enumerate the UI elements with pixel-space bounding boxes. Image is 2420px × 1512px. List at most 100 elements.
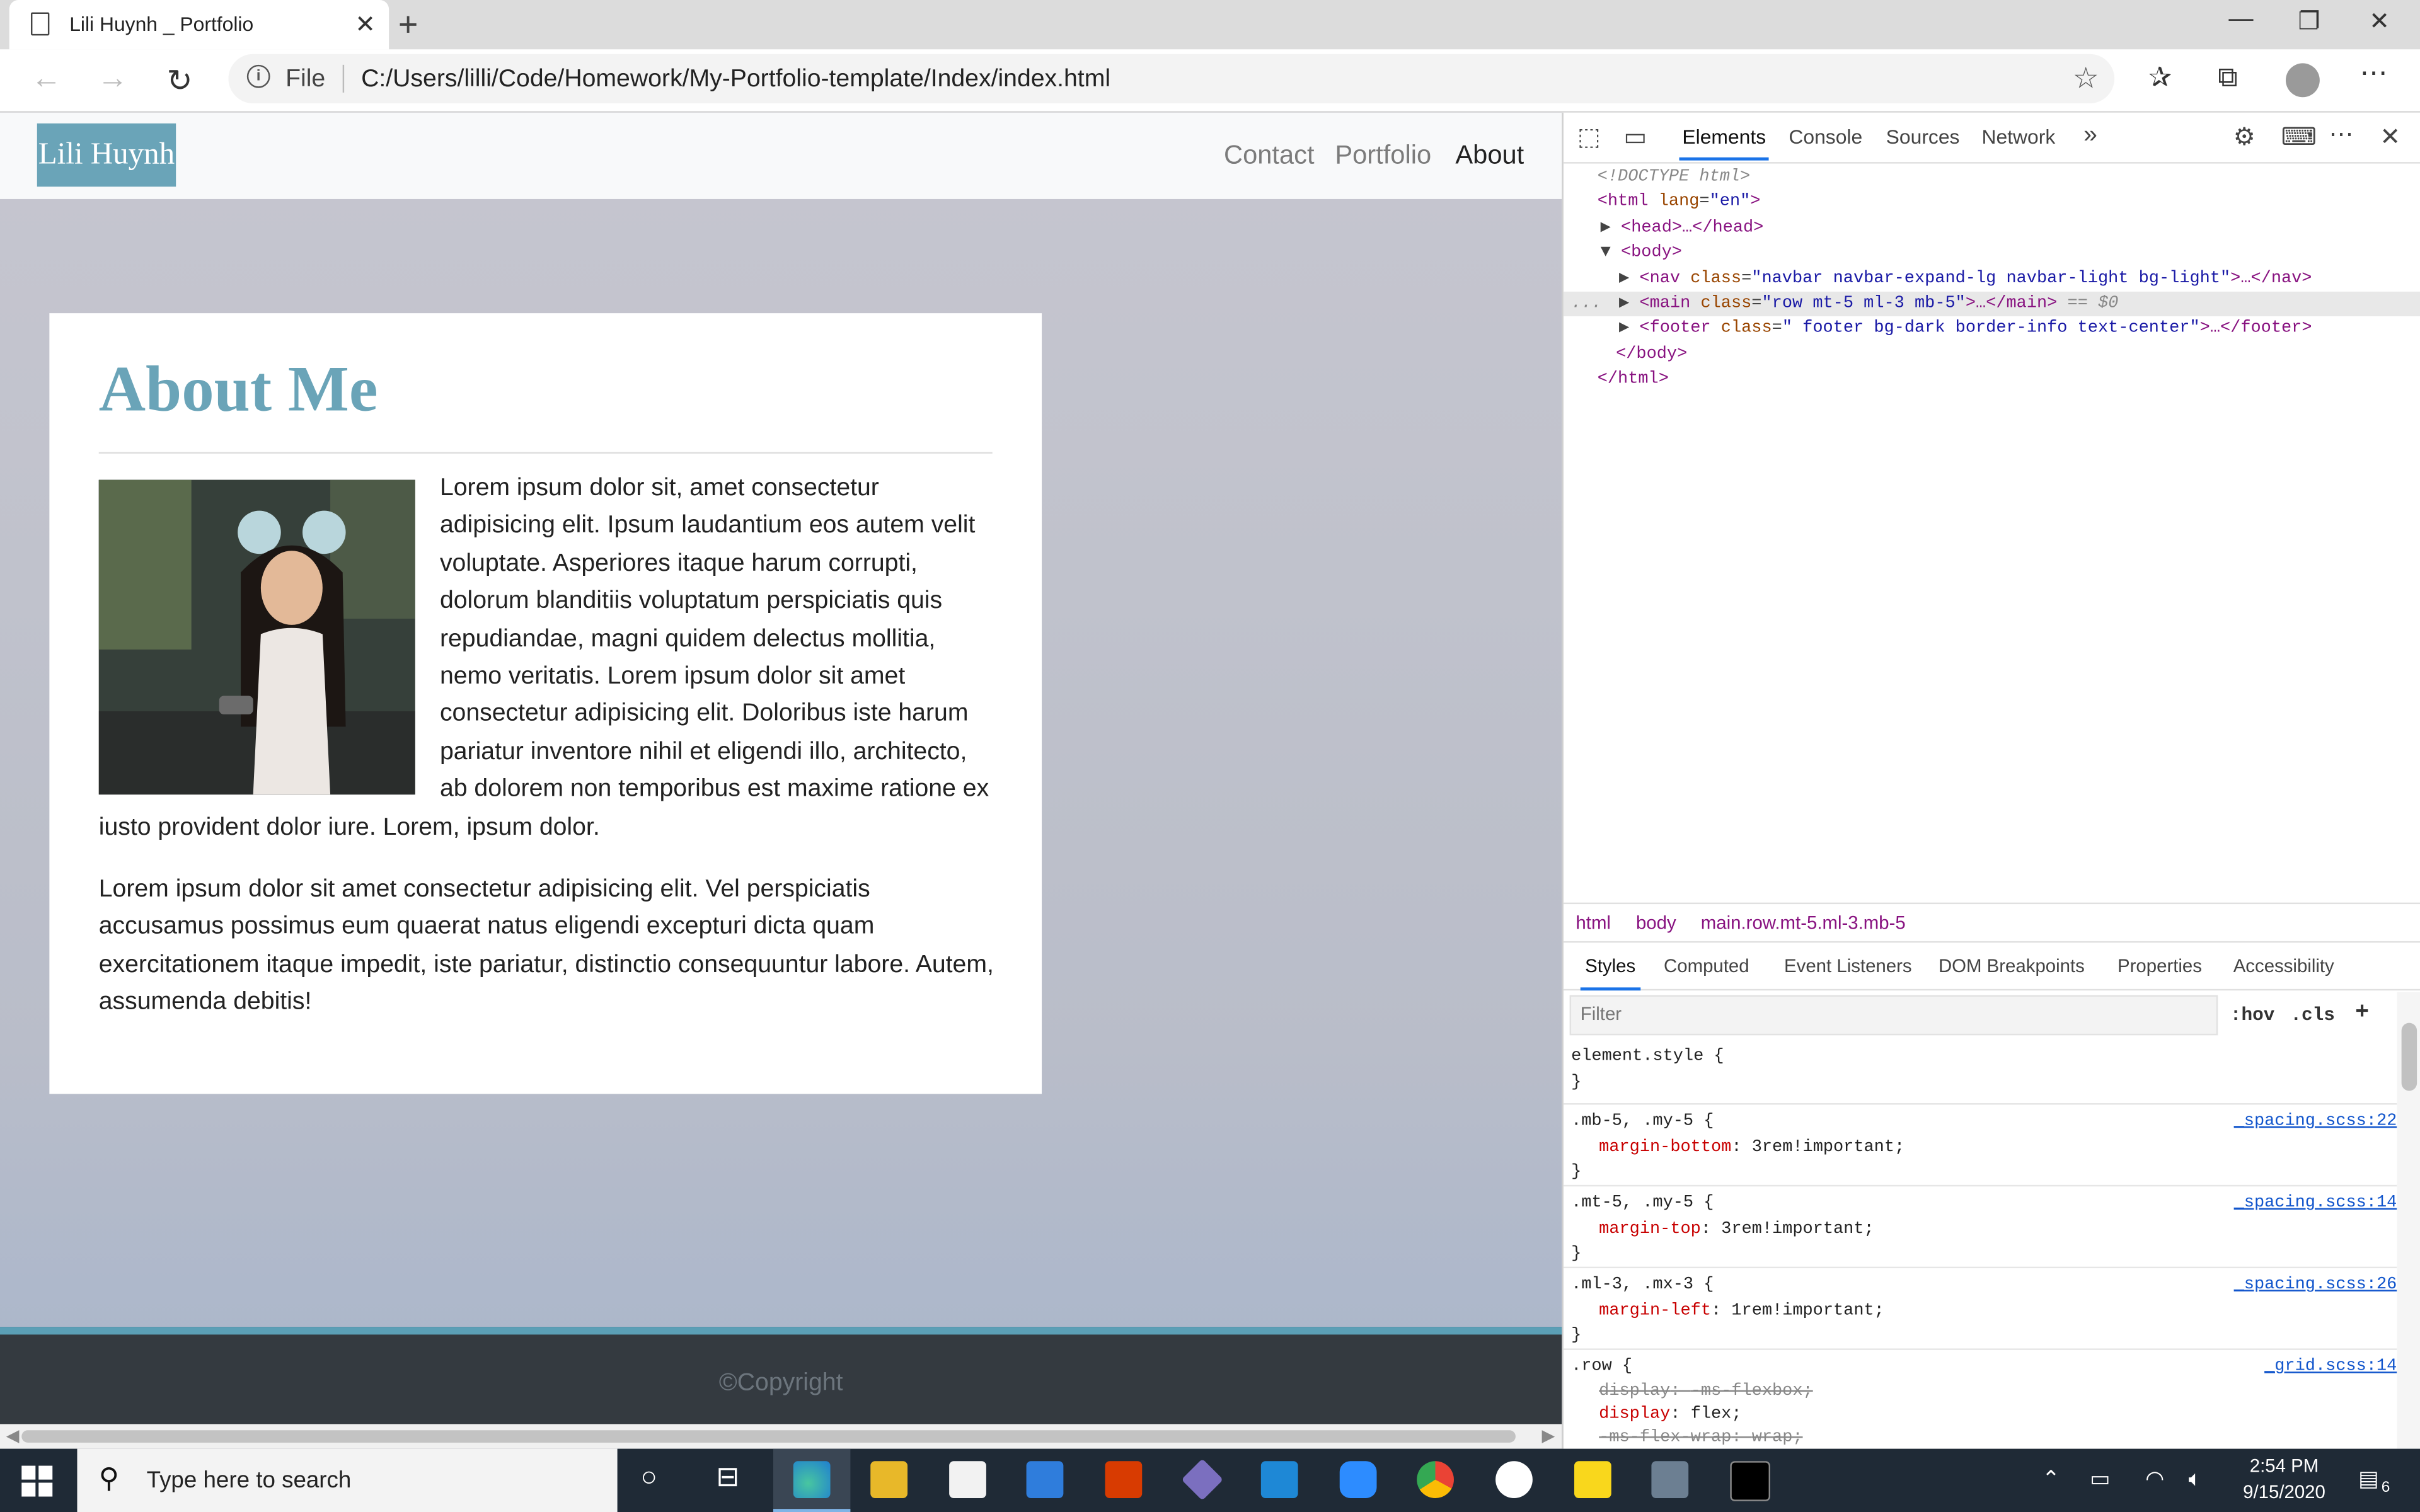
battery-icon[interactable]: ▭ — [2090, 1466, 2110, 1492]
address-bar[interactable]: i File C:/Users/lilli/Code/Homework/My-P… — [228, 54, 2115, 104]
dom-body-node[interactable]: ▼ <body> — [1601, 241, 1682, 265]
breadcrumb: html body main.row.mt-5.ml-3.mb-5 — [1563, 902, 2420, 943]
dom-html-open[interactable]: <html lang="en"> — [1598, 190, 1761, 214]
sticky-notes-icon[interactable] — [1574, 1461, 1611, 1498]
windows-start-icon[interactable] — [21, 1465, 53, 1497]
dom-body-close[interactable]: </body> — [1616, 343, 1687, 367]
site-brand[interactable]: Lili Huynh — [37, 123, 176, 187]
back-button[interactable]: ← — [31, 62, 62, 97]
breadcrumb-html[interactable]: html — [1576, 912, 1611, 933]
forward-button[interactable]: → — [97, 62, 128, 97]
minimize-button[interactable]: — — [2228, 6, 2253, 34]
file-explorer-icon[interactable] — [870, 1461, 908, 1498]
rule-property[interactable]: margin-top: 3rem!important; — [1599, 1217, 1874, 1244]
tab-console[interactable]: Console — [1789, 125, 1862, 148]
breadcrumb-main[interactable]: main.row.mt-5.ml-3.mb-5 — [1701, 912, 1906, 933]
tab-dom-breakpoints[interactable]: DOM Breakpoints — [1939, 955, 2085, 976]
store-icon[interactable] — [949, 1461, 986, 1498]
vscode-icon[interactable] — [1260, 1461, 1298, 1498]
rule-property[interactable]: margin-bottom: 3rem!important; — [1599, 1135, 1904, 1162]
zoom-icon[interactable] — [1339, 1461, 1377, 1498]
hover-state-toggle[interactable]: :hov — [2230, 1004, 2275, 1026]
mail-icon[interactable] — [1026, 1461, 1064, 1498]
volume-icon[interactable]: 🔈︎ — [2189, 1466, 2202, 1492]
calculator-icon[interactable] — [1651, 1461, 1689, 1498]
tab-elements[interactable]: Elements — [1679, 125, 1770, 161]
more-options-icon[interactable]: ⋯ — [2329, 119, 2354, 150]
url-text[interactable]: C:/Users/lilli/Code/Homework/My-Portfoli… — [361, 66, 1110, 94]
horizontal-scrollbar[interactable]: ◀ ▶ — [0, 1424, 1562, 1449]
dom-head-node[interactable]: ▶ <head>…</head> — [1601, 216, 1764, 241]
terminal-icon[interactable] — [1730, 1461, 1771, 1501]
more-tabs-icon[interactable]: » — [2083, 122, 2097, 149]
style-rule[interactable]: .mb-5, .my-5 { _spacing.scss:22 margin-b… — [1563, 1104, 2397, 1187]
scroll-left-icon[interactable]: ◀ — [6, 1426, 20, 1445]
ellipsis-indicator[interactable]: ... — [1571, 292, 1602, 316]
inspect-element-icon[interactable]: ⬚ — [1577, 122, 1601, 152]
rule-property[interactable]: display: flex; — [1599, 1402, 1741, 1429]
git-icon[interactable] — [1181, 1458, 1224, 1501]
dom-main-node[interactable]: ▶ <main class="row mt-5 ml-3 mb-5">…</ma… — [1619, 292, 2118, 316]
scrollbar-thumb[interactable] — [2401, 1022, 2417, 1091]
info-icon[interactable]: i — [246, 64, 270, 88]
feedback-icon[interactable]: ⌨ — [2281, 122, 2317, 152]
breadcrumb-body[interactable]: body — [1636, 912, 1676, 933]
browser-tab[interactable]: Lili Huynh _ Portfolio ✕ — [9, 0, 389, 50]
taskbar-clock[interactable]: 2:54 PM 9/15/2020 — [2223, 1453, 2346, 1506]
notification-center-icon[interactable]: ▤ — [2358, 1466, 2378, 1492]
office-icon[interactable] — [1105, 1461, 1143, 1498]
rule-property-overridden[interactable]: display: -ms-flexbox; — [1599, 1379, 1813, 1406]
nav-link-about[interactable]: About — [1455, 140, 1524, 171]
new-style-rule-button[interactable]: + — [2355, 1000, 2369, 1026]
edge-browser-icon[interactable] — [793, 1461, 831, 1498]
favorite-star-icon[interactable]: ☆ — [2073, 62, 2099, 97]
cortana-icon[interactable]: ○ — [640, 1461, 657, 1493]
favorites-icon[interactable]: ✰ — [2148, 62, 2172, 94]
tab-computed[interactable]: Computed — [1664, 955, 1749, 976]
refresh-button[interactable]: ↻ — [166, 62, 192, 100]
rule-source-link[interactable]: _spacing.scss:22 — [2234, 1109, 2397, 1136]
rule-property-overridden[interactable]: -ms-flex-wrap: wrap; — [1599, 1426, 1802, 1452]
task-view-icon[interactable]: ⊟ — [716, 1461, 739, 1493]
profile-avatar[interactable] — [2285, 63, 2320, 98]
slack-icon[interactable] — [1495, 1461, 1533, 1498]
nav-link-contact[interactable]: Contact — [1224, 140, 1314, 171]
wifi-icon[interactable]: ◠ — [2145, 1466, 2164, 1492]
dom-footer-node[interactable]: ▶ <footer class=" footer bg-dark border-… — [1619, 316, 2312, 341]
dom-doctype[interactable]: <!DOCTYPE html> — [1598, 165, 1751, 190]
chrome-icon[interactable] — [1417, 1461, 1454, 1498]
dom-html-close[interactable]: </html> — [1598, 367, 1669, 392]
nav-link-portfolio[interactable]: Portfolio — [1335, 140, 1431, 171]
new-tab-button[interactable]: + — [398, 4, 418, 45]
style-rule[interactable]: element.style { } — [1563, 1045, 2397, 1105]
close-tab-icon[interactable]: ✕ — [355, 9, 376, 40]
tab-properties[interactable]: Properties — [2118, 955, 2202, 976]
tab-accessibility[interactable]: Accessibility — [2233, 955, 2334, 976]
rule-source-link[interactable]: _spacing.scss:14 — [2234, 1191, 2397, 1218]
rule-source-link[interactable]: _spacing.scss:26 — [2234, 1273, 2397, 1299]
collections-icon[interactable]: ⧉ — [2218, 62, 2237, 94]
settings-gear-icon[interactable]: ⚙ — [2233, 122, 2256, 152]
class-toggle[interactable]: .cls — [2290, 1004, 2335, 1026]
rule-source-link[interactable]: _grid.scss:14 — [2264, 1354, 2397, 1381]
restore-button[interactable]: ❐ — [2298, 6, 2320, 37]
scrollbar-thumb[interactable] — [21, 1430, 1516, 1443]
styles-scrollbar[interactable] — [2397, 992, 2420, 1449]
style-rule[interactable]: .row { _grid.scss:14 display: -ms-flexbo… — [1564, 1350, 2397, 1458]
tab-network[interactable]: Network — [1982, 125, 2056, 148]
more-menu-icon[interactable]: ⋯ — [2360, 57, 2388, 89]
style-rule[interactable]: .mt-5, .my-5 { _spacing.scss:14 margin-t… — [1563, 1186, 2397, 1269]
close-devtools-icon[interactable]: ✕ — [2380, 122, 2400, 152]
tab-styles[interactable]: Styles — [1580, 955, 1640, 991]
device-toolbar-icon[interactable]: ▭ — [1623, 122, 1647, 152]
taskbar-search[interactable]: ⚲ Type here to search — [77, 1448, 618, 1512]
dom-nav-node[interactable]: ▶ <nav class="navbar navbar-expand-lg na… — [1619, 267, 2312, 292]
close-window-button[interactable]: ✕ — [2369, 6, 2390, 37]
style-rule[interactable]: .ml-3, .mx-3 { _spacing.scss:26 margin-l… — [1563, 1268, 2397, 1350]
show-hidden-icons[interactable]: ⌃ — [2042, 1466, 2060, 1492]
rule-property[interactable]: margin-left: 1rem!important; — [1599, 1299, 1884, 1326]
tab-sources[interactable]: Sources — [1886, 125, 1960, 148]
tab-event-listeners[interactable]: Event Listeners — [1784, 955, 1912, 976]
filter-input[interactable] — [1571, 997, 2208, 1031]
scroll-right-icon[interactable]: ▶ — [1542, 1426, 1555, 1445]
